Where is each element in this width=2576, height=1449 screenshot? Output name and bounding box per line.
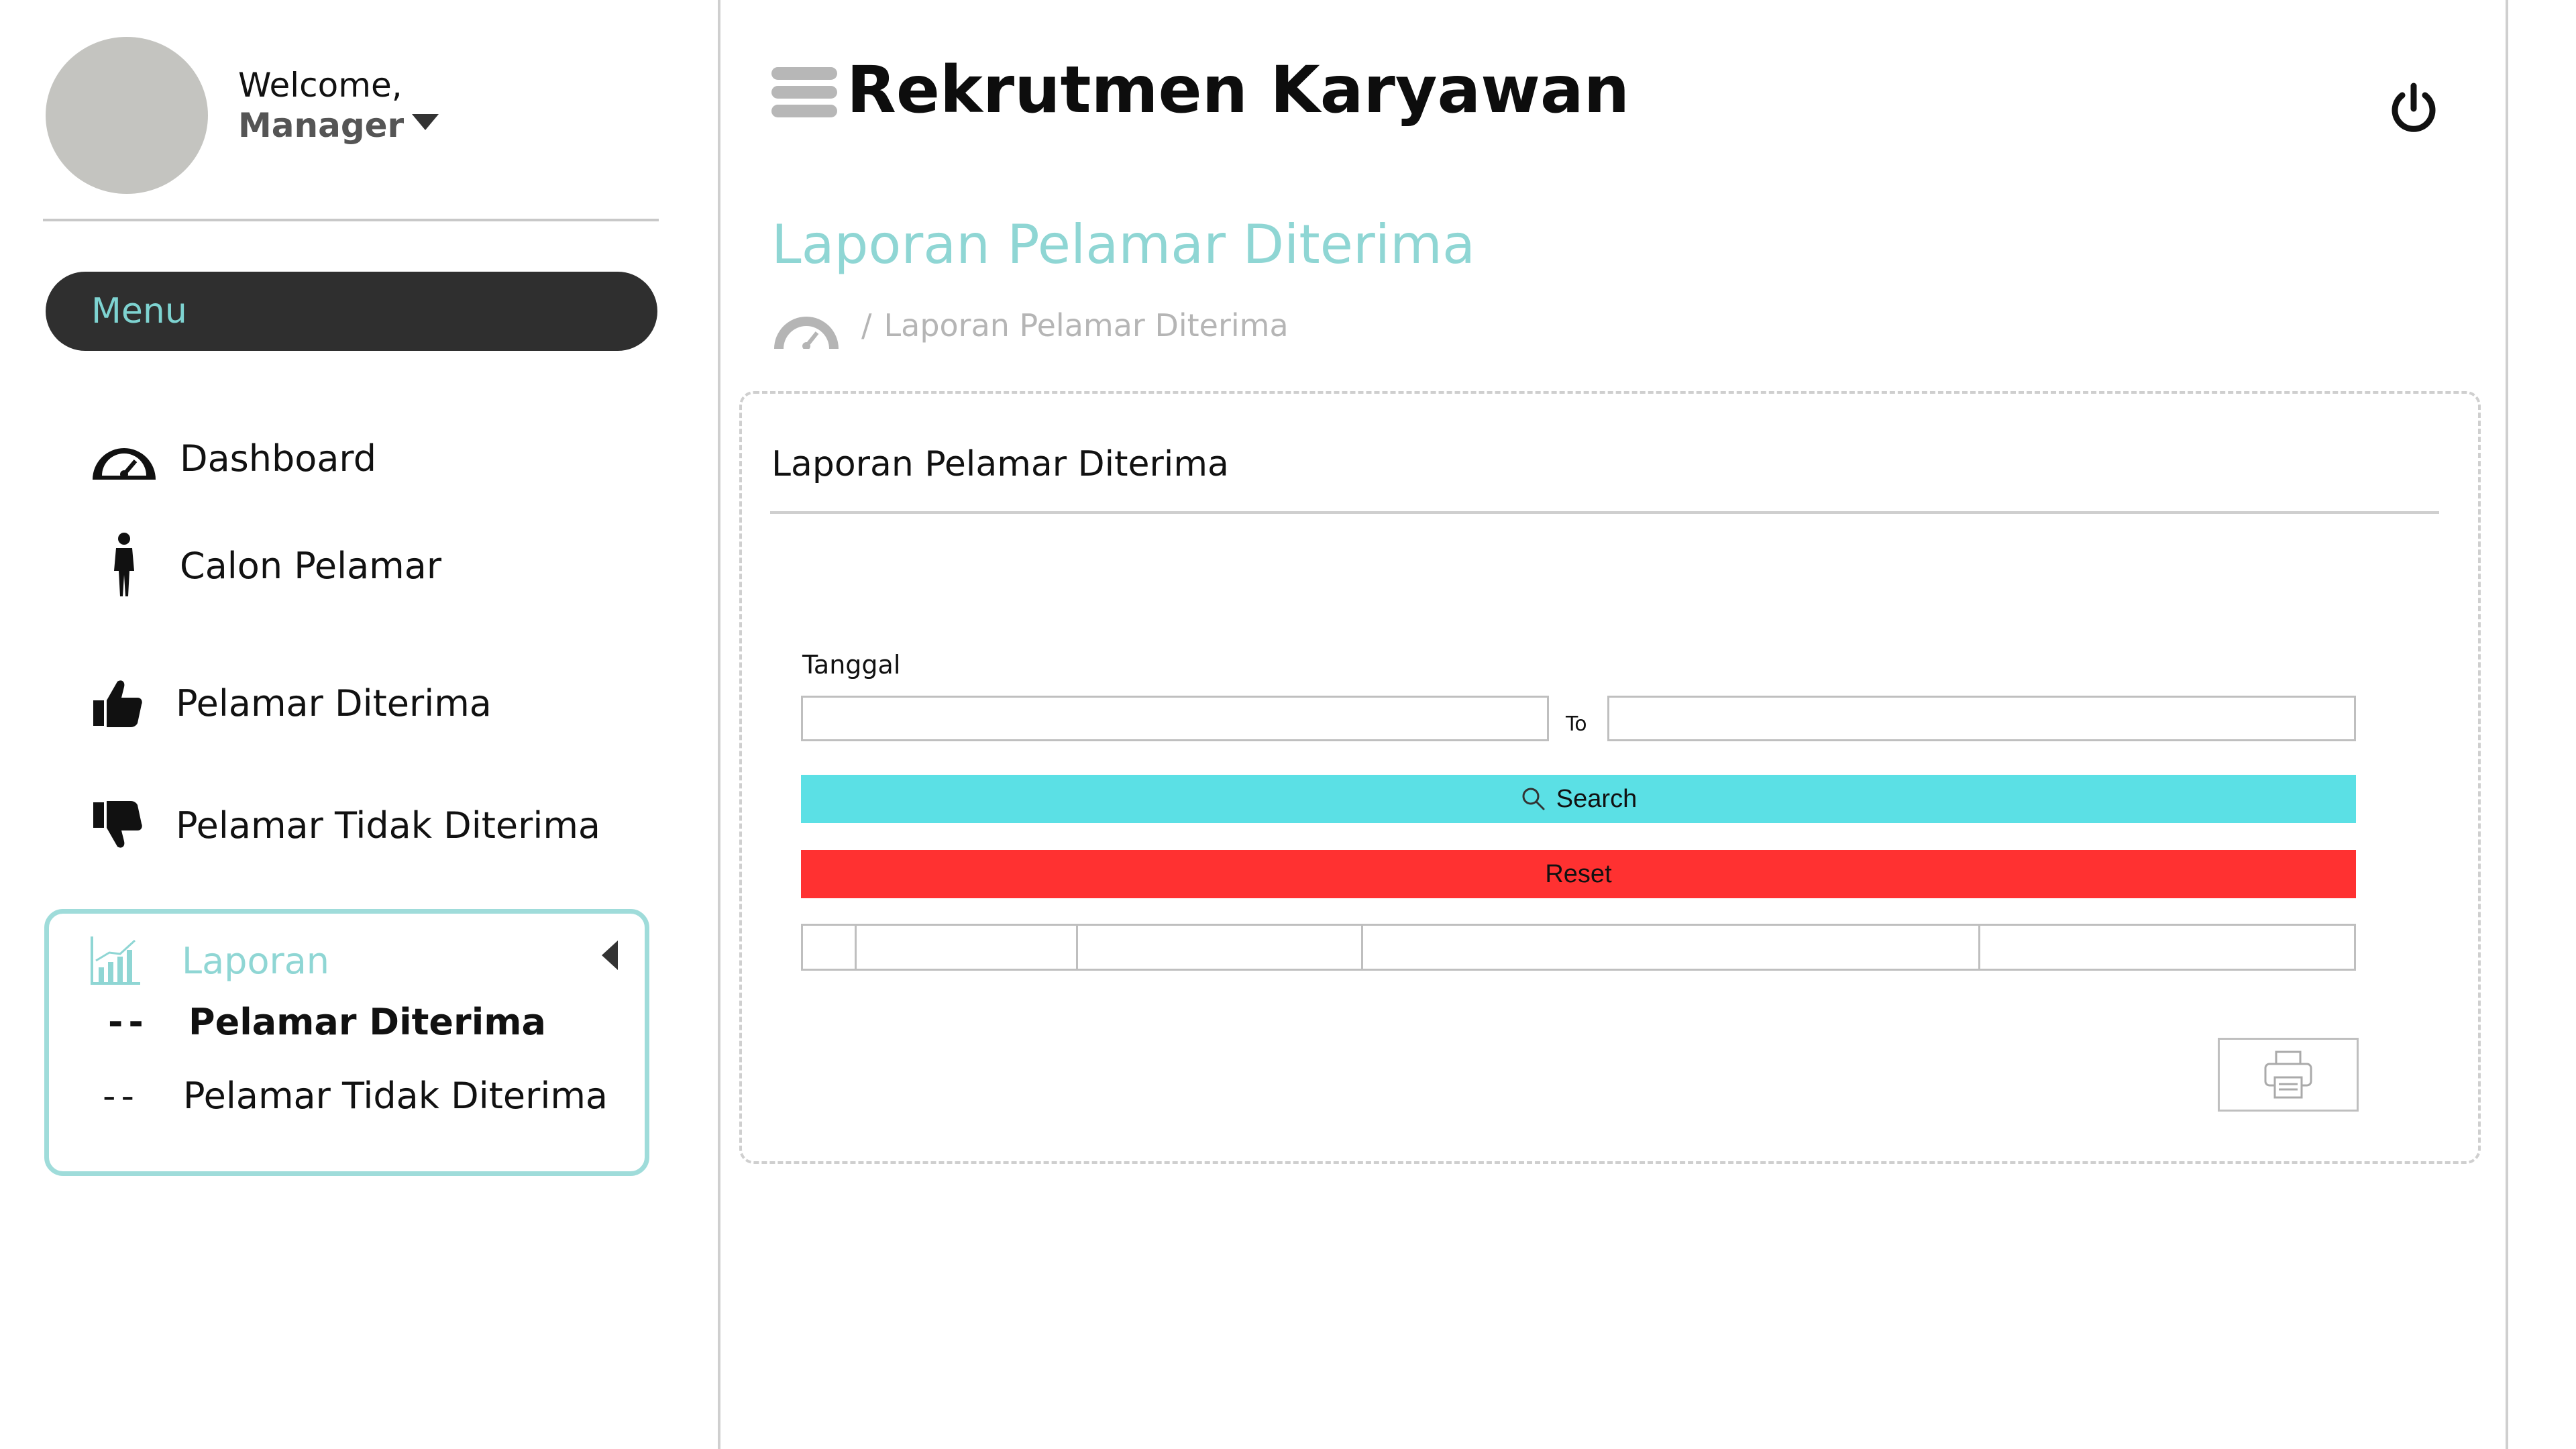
laporan-label: Laporan [182, 939, 330, 982]
table-cell [803, 926, 857, 969]
date-to-input[interactable] [1607, 696, 2356, 741]
dashboard-gauge-icon [87, 425, 161, 492]
person-icon [87, 532, 161, 599]
hamburger-bar [771, 86, 837, 99]
table-cell [857, 926, 1078, 969]
sidebar-divider [43, 219, 659, 221]
welcome-text: Welcome, [238, 66, 402, 105]
sidebar-item-label: Dashboard [180, 437, 376, 480]
laporan-section: Laporan -- Pelamar Diterima -- Pelamar T… [44, 909, 649, 1176]
search-label: Search [1556, 784, 1638, 813]
sidebar-item-label: Calon Pelamar [180, 544, 442, 587]
dashboard-gauge-icon[interactable] [771, 302, 841, 349]
subitem-label: Pelamar Diterima [189, 1001, 546, 1043]
date-label: Tanggal [802, 650, 901, 680]
table-cell [1980, 926, 2354, 969]
chevron-down-icon[interactable] [412, 114, 439, 130]
to-label: To [1566, 712, 1587, 736]
dash-marker: -- [103, 1075, 140, 1117]
sidebar-subitem-pelamar-diterima[interactable]: -- Pelamar Diterima [108, 1001, 546, 1043]
hamburger-bar [771, 67, 837, 80]
hamburger-icon[interactable] [771, 67, 837, 123]
user-role-label: Manager [238, 106, 405, 145]
main-right-border [2506, 0, 2508, 1449]
sidebar: Welcome, Manager Menu Dashboard Calon Pe… [0, 0, 720, 1449]
menu-header: Menu [46, 272, 657, 351]
table-cell [1363, 926, 1980, 969]
date-from-input[interactable] [801, 696, 1549, 741]
card-title: Laporan Pelamar Diterima [771, 444, 1229, 484]
dash-marker: -- [108, 1001, 149, 1043]
search-button[interactable]: Search [801, 775, 2356, 823]
thumbs-down-icon [80, 792, 154, 859]
power-icon[interactable] [2385, 80, 2443, 138]
reset-button[interactable]: Reset [801, 850, 2356, 898]
sidebar-item-pelamar-diterima[interactable]: Pelamar Diterima [80, 669, 492, 737]
sidebar-item-dashboard[interactable]: Dashboard [87, 425, 376, 492]
sidebar-item-label: Pelamar Diterima [176, 682, 492, 724]
chart-icon [89, 934, 143, 987]
search-icon [1520, 786, 1547, 812]
reset-label: Reset [1545, 859, 1612, 888]
subitem-label: Pelamar Tidak Diterima [183, 1075, 608, 1117]
breadcrumb-separator: / [861, 307, 872, 343]
sidebar-item-pelamar-tidak-diterima[interactable]: Pelamar Tidak Diterima [80, 792, 600, 859]
app-title: Rekrutmen Karyawan [847, 52, 1630, 127]
sidebar-item-label: Pelamar Tidak Diterima [176, 804, 601, 847]
page-title: Laporan Pelamar Diterima [771, 213, 1475, 276]
sidebar-subitem-pelamar-tidak-diterima[interactable]: -- Pelamar Tidak Diterima [103, 1075, 608, 1117]
result-table [801, 924, 2356, 971]
card-divider [770, 511, 2439, 514]
breadcrumb-current: Laporan Pelamar Diterima [883, 307, 1289, 343]
report-card: Laporan Pelamar Diterima Tanggal To Sear… [739, 391, 2481, 1164]
user-role-dropdown[interactable]: Manager [238, 106, 439, 145]
menu-label: Menu [91, 291, 187, 331]
print-button[interactable] [2218, 1038, 2359, 1112]
breadcrumb: / Laporan Pelamar Diterima [771, 302, 1289, 349]
sidebar-item-calon-pelamar[interactable]: Calon Pelamar [87, 532, 441, 599]
printer-icon [2261, 1048, 2315, 1102]
avatar[interactable] [46, 37, 208, 194]
thumbs-up-icon [80, 669, 154, 737]
table-cell [1078, 926, 1363, 969]
hamburger-bar [771, 105, 837, 117]
sidebar-item-laporan[interactable]: Laporan [89, 934, 329, 987]
collapse-arrow-icon[interactable] [602, 941, 618, 970]
